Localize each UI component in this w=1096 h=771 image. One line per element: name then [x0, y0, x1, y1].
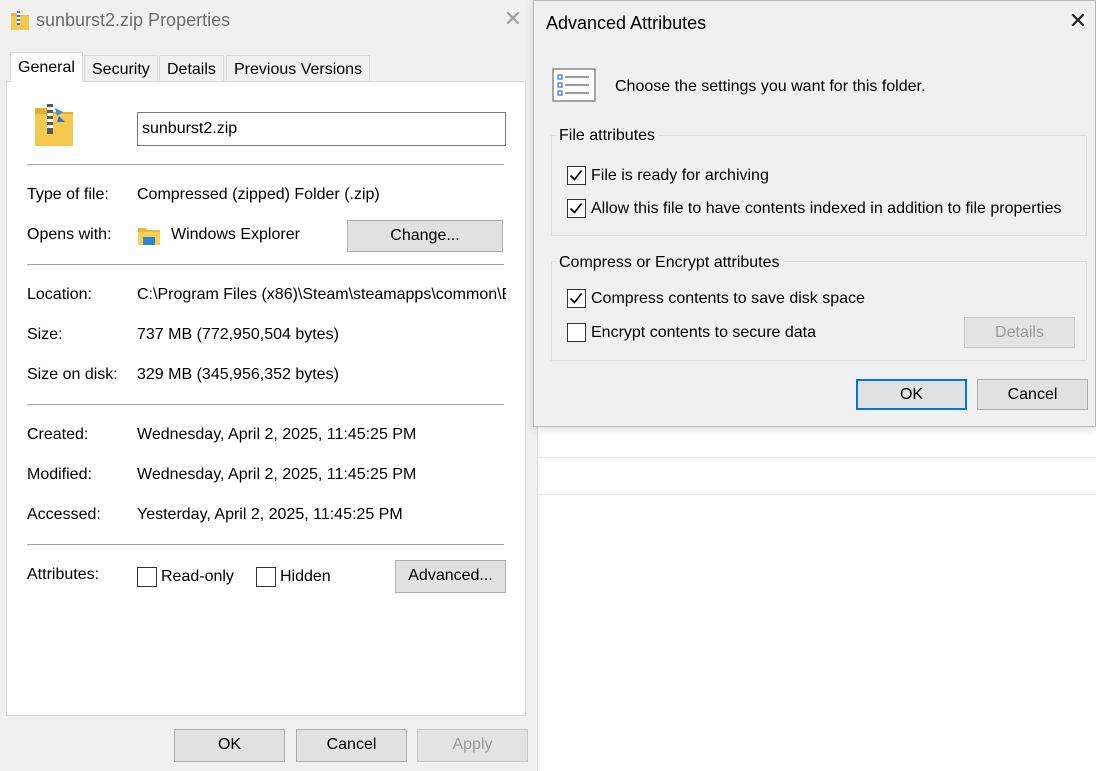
encrypt-label: Encrypt contents to secure data	[591, 324, 817, 341]
group-label: File attributes	[556, 127, 659, 145]
accessed-value: Yesterday, April 2, 2025, 11:45:25 PM	[137, 506, 403, 523]
modified-value: Wednesday, April 2, 2025, 11:45:25 PM	[137, 466, 417, 483]
tab-general[interactable]: General	[10, 52, 83, 82]
tab-previous-versions[interactable]: Previous Versions	[226, 55, 371, 81]
created-label: Created:	[27, 426, 89, 443]
background-divider	[537, 457, 1096, 458]
archive-label: File is ready for archiving	[591, 167, 769, 184]
settings-list-icon	[552, 68, 596, 107]
index-label: Allow this file to have contents indexed…	[591, 200, 1062, 217]
opens-with-label: Opens with:	[27, 226, 112, 243]
divider	[27, 544, 504, 545]
tab-details[interactable]: Details	[159, 55, 224, 81]
readonly-checkbox[interactable]	[137, 567, 157, 587]
windows-explorer-icon	[137, 225, 161, 252]
encrypt-checkbox[interactable]	[567, 323, 586, 342]
tab-security[interactable]: Security	[84, 55, 158, 81]
group-label: Compress or Encrypt attributes	[556, 254, 783, 272]
dialog-title: Advanced Attributes	[546, 13, 707, 33]
details-button[interactable]: Details	[964, 317, 1075, 348]
index-checkbox[interactable]	[567, 199, 586, 218]
type-label: Type of file:	[27, 186, 109, 203]
dialog-description: Choose the settings you want for this fo…	[615, 78, 926, 95]
cancel-button[interactable]: Cancel	[977, 379, 1088, 410]
background-divider	[537, 427, 538, 771]
size-label: Size:	[27, 326, 63, 343]
ok-button[interactable]: OK	[174, 729, 285, 762]
zip-folder-icon	[10, 9, 30, 36]
properties-window: sunburst2.zip Properties ✕ General Secur…	[0, 0, 537, 771]
attributes-label: Attributes:	[27, 566, 100, 583]
size-value: 737 MB (772,950,504 bytes)	[137, 326, 339, 343]
ok-button[interactable]: OK	[856, 379, 967, 410]
close-icon[interactable]: ✕	[500, 6, 526, 32]
file-attributes-group	[551, 135, 1087, 236]
accessed-label: Accessed:	[27, 506, 101, 523]
background-divider	[537, 494, 1096, 495]
advanced-attributes-dialog: Advanced Attributes ✕ Choose the setting…	[533, 0, 1096, 427]
divider	[27, 404, 504, 405]
apply-button[interactable]: Apply	[417, 729, 528, 762]
hidden-label: Hidden	[280, 568, 331, 585]
readonly-label: Read-only	[161, 568, 234, 585]
divider	[27, 164, 504, 165]
advanced-button[interactable]: Advanced...	[395, 560, 506, 593]
general-tab-panel	[6, 81, 526, 716]
size-on-disk-label: Size on disk:	[27, 366, 118, 383]
change-button[interactable]: Change...	[347, 220, 503, 252]
location-value: C:\Program Files (x86)\Steam\steamapps\c…	[137, 286, 506, 303]
compress-label: Compress contents to save disk space	[591, 290, 865, 307]
compress-checkbox[interactable]	[567, 289, 586, 308]
zip-folder-icon	[33, 102, 75, 153]
cancel-button[interactable]: Cancel	[296, 729, 407, 762]
close-icon[interactable]: ✕	[1066, 9, 1090, 33]
hidden-checkbox[interactable]	[256, 567, 276, 587]
modified-label: Modified:	[27, 466, 92, 483]
divider	[27, 264, 504, 265]
file-name-input[interactable]	[137, 112, 506, 146]
type-value: Compressed (zipped) Folder (.zip)	[137, 186, 380, 203]
archive-checkbox[interactable]	[567, 166, 586, 185]
created-value: Wednesday, April 2, 2025, 11:45:25 PM	[137, 426, 417, 443]
size-on-disk-value: 329 MB (345,956,352 bytes)	[137, 366, 339, 383]
location-label: Location:	[27, 286, 92, 303]
properties-titlebar[interactable]: sunburst2.zip Properties ✕	[0, 0, 537, 42]
window-title: sunburst2.zip Properties	[36, 10, 231, 30]
opens-with-value: Windows Explorer	[171, 226, 300, 243]
